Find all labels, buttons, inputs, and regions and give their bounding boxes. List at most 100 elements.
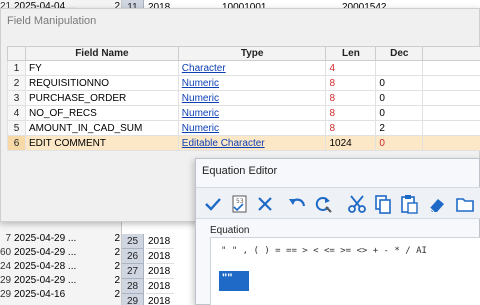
column-header-len[interactable]: Len xyxy=(325,46,377,61)
len-cell[interactable]: 8 xyxy=(325,105,377,121)
type-cell: Numeric xyxy=(177,120,327,136)
column-header-dec[interactable]: Dec xyxy=(375,46,424,61)
list-item-extra: 2 xyxy=(114,289,120,300)
type-link[interactable]: Character xyxy=(182,63,226,74)
table-row[interactable]: 4 NO_OF_RECS Numeric 8 0 xyxy=(7,105,480,121)
eraser-icon[interactable] xyxy=(426,193,448,215)
table-row[interactable]: 2 REQUISITIONNO Numeric 8 0 xyxy=(7,75,480,91)
len-cell[interactable]: 8 xyxy=(325,120,377,136)
type-cell: Numeric xyxy=(177,75,327,91)
type-link[interactable]: Numeric xyxy=(182,123,219,134)
field-name-cell[interactable]: REQUISITIONNO xyxy=(24,75,179,91)
table-row[interactable]: 25 2018 xyxy=(122,234,195,249)
len-cell[interactable]: 8 xyxy=(325,90,377,106)
table-row[interactable]: 28 2018 xyxy=(122,279,195,294)
table-row[interactable]: 27 2018 xyxy=(122,264,195,279)
len-cell[interactable]: 4 xyxy=(325,60,377,76)
list-item-number: 60 xyxy=(0,247,12,258)
copy-icon[interactable] xyxy=(372,193,394,215)
dec-cell[interactable]: 0 xyxy=(375,105,424,121)
empty-cell xyxy=(422,60,480,76)
type-link[interactable]: Numeric xyxy=(182,108,219,119)
list-item-date: 2025-04-16 xyxy=(14,289,66,300)
dec-cell[interactable]: 0 xyxy=(375,75,424,91)
equation-section-label: Equation xyxy=(210,225,250,236)
empty-cell xyxy=(422,135,480,151)
dec-cell[interactable]: 0 xyxy=(375,135,424,151)
cut-icon[interactable] xyxy=(346,193,368,215)
row-number: 4 xyxy=(7,105,26,121)
dec-cell[interactable]: 0 xyxy=(375,90,424,106)
field-name-cell[interactable]: NO_OF_RECS xyxy=(24,105,179,121)
type-cell: Character xyxy=(177,60,327,76)
open-folder-icon[interactable] xyxy=(454,193,476,215)
paste-icon[interactable] xyxy=(398,193,420,215)
validate-icon[interactable]: 53 xyxy=(228,193,250,215)
type-link[interactable]: Editable Character xyxy=(182,138,265,149)
refresh-icon[interactable] xyxy=(312,193,334,215)
list-item[interactable]: 24 2025-04-28 ... 2 xyxy=(0,260,122,274)
grid-cell-year: 2018 xyxy=(146,279,174,294)
table-row-selected[interactable]: 6 EDIT COMMENT Editable Character 1024 0 xyxy=(7,135,480,151)
table-row[interactable]: 29 2018 xyxy=(122,294,195,305)
column-header-extra xyxy=(422,46,480,61)
column-header-field-name[interactable]: Field Name xyxy=(24,46,179,61)
column-header-type[interactable]: Type xyxy=(177,46,327,61)
table-header-row: Field Name Type Len Dec xyxy=(7,46,480,61)
table-row[interactable]: 26 2018 xyxy=(122,249,195,264)
empty-cell xyxy=(422,75,480,91)
table-row[interactable]: 1 FY Character 4 xyxy=(7,60,480,76)
row-number: 5 xyxy=(7,120,26,136)
field-name-cell[interactable]: FY xyxy=(24,60,179,76)
list-item-number: 24 xyxy=(0,261,12,272)
dec-cell[interactable] xyxy=(375,60,424,76)
table-row[interactable]: 3 PURCHASE_ORDER Numeric 8 0 xyxy=(7,90,480,106)
grid-cell-year: 2018 xyxy=(146,234,174,249)
list-item-extra: 2 xyxy=(114,261,120,272)
list-item-extra: 2 xyxy=(114,233,120,244)
equation-input-area[interactable]: "" xyxy=(210,267,480,305)
list-item-date: 2025-04-29 ... xyxy=(14,233,77,244)
table-row[interactable]: 5 AMOUNT_IN_CAD_SUM Numeric 8 2 xyxy=(7,120,480,136)
grid-row-number: 28 xyxy=(122,279,144,294)
list-item[interactable]: 60 2025-04-29 ... 2 xyxy=(0,246,122,260)
type-cell: Numeric xyxy=(177,105,327,121)
dialog-title: Field Manipulation xyxy=(7,15,97,27)
list-item-number: 7 xyxy=(5,233,11,244)
operator-palette[interactable]: " " , ( ) = == > < <= >= <> + - * / AI xyxy=(210,237,480,267)
field-name-cell[interactable]: EDIT COMMENT xyxy=(24,135,179,151)
grid-cell-year: 2018 xyxy=(146,249,174,264)
column-header-index xyxy=(7,46,26,61)
field-table: Field Name Type Len Dec 1 FY Character 4… xyxy=(7,46,480,151)
close-icon[interactable] xyxy=(254,193,276,215)
empty-cell xyxy=(422,90,480,106)
field-name-cell[interactable]: AMOUNT_IN_CAD_SUM xyxy=(24,120,179,136)
grid-row-number: 26 xyxy=(122,249,144,264)
list-item-extra: 2 xyxy=(114,247,120,258)
type-cell: Editable Character xyxy=(177,135,327,151)
grid-cell-year: 2018 xyxy=(146,264,174,279)
list-item-number: 29 xyxy=(0,289,12,300)
len-cell[interactable]: 1024 xyxy=(325,135,377,151)
type-link[interactable]: Numeric xyxy=(182,93,219,104)
row-number: 1 xyxy=(7,60,26,76)
list-item[interactable]: 29 2025-04-29 ... 2 xyxy=(0,274,122,288)
check-icon[interactable] xyxy=(202,193,224,215)
dec-cell[interactable]: 2 xyxy=(375,120,424,136)
row-number: 2 xyxy=(7,75,26,91)
type-cell: Numeric xyxy=(177,90,327,106)
type-link[interactable]: Numeric xyxy=(182,78,219,89)
equation-token[interactable]: "" xyxy=(219,271,249,291)
list-item-extra: 2 xyxy=(114,275,120,286)
grid-row-number: 29 xyxy=(122,294,144,305)
list-item[interactable]: 29 2025-04-16 2 xyxy=(0,288,122,302)
list-item-date: 2025-04-29 ... xyxy=(14,247,77,258)
len-cell[interactable]: 8 xyxy=(325,75,377,91)
row-number: 3 xyxy=(7,90,26,106)
grid-row-number: 27 xyxy=(122,264,144,279)
list-item-number: 29 xyxy=(0,275,12,286)
empty-cell xyxy=(422,120,480,136)
undo-icon[interactable] xyxy=(286,193,308,215)
list-item[interactable]: 7 2025-04-29 ... 2 xyxy=(0,232,122,246)
field-name-cell[interactable]: PURCHASE_ORDER xyxy=(24,90,179,106)
